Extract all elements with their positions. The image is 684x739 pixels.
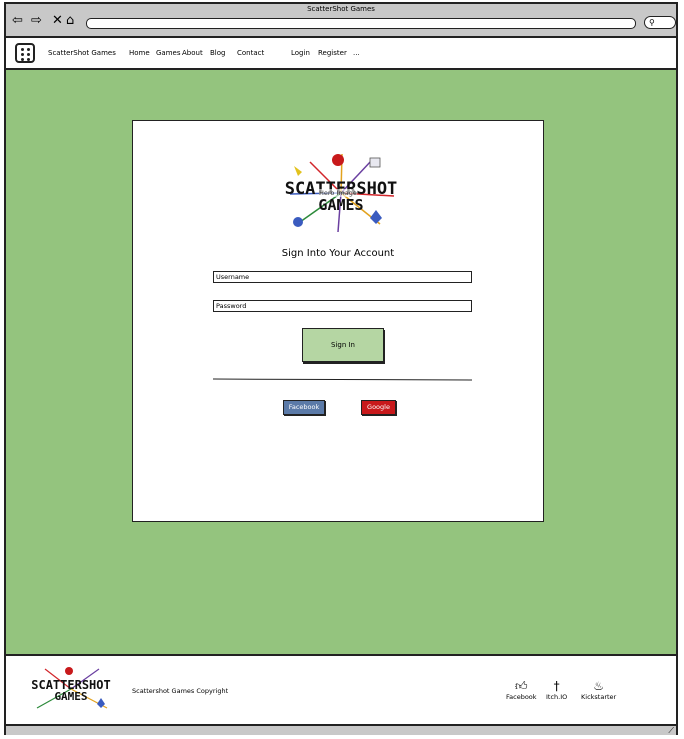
search-icon: ⚲ (649, 18, 655, 27)
site-footer: SCATTERSHOT GAMES Scattershot Games Copy… (6, 654, 676, 724)
divider-line (212, 378, 473, 381)
footer-kickstarter-link[interactable]: ♨ Kickstarter (581, 679, 617, 702)
back-arrow-icon[interactable]: ⇦ (12, 14, 23, 28)
die-shape (369, 157, 381, 168)
footer-link-label: Facebook (506, 693, 537, 701)
home-icon[interactable]: ⌂ (66, 14, 74, 28)
footer-itchio-link[interactable]: † Itch.IO (546, 679, 568, 702)
footer-logo-image: SCATTERSHOT GAMES (31, 667, 111, 709)
site-brand[interactable]: ScatterShot Games (48, 49, 116, 57)
hero-image-label: Hero Image (319, 189, 357, 197)
flame-icon: ♨ (593, 679, 604, 693)
google-login-button[interactable]: Google (361, 400, 396, 415)
nav-contact[interactable]: Contact (237, 49, 264, 57)
forward-arrow-icon[interactable]: ⇨ (31, 14, 42, 28)
nav-blog[interactable]: Blog (210, 49, 225, 57)
main-content: SCATTERSHOT GAMES Hero Image Sign Into Y… (6, 70, 676, 654)
blue-splat (293, 217, 303, 227)
nav-login[interactable]: Login (291, 49, 310, 57)
logo-line2: GAMES (318, 196, 363, 214)
address-bar[interactable] (86, 18, 636, 29)
facebook-login-button[interactable]: Facebook (283, 400, 325, 415)
blue-meeple (370, 210, 382, 224)
nav-about[interactable]: About (182, 49, 203, 57)
nav-games[interactable]: Games (156, 49, 181, 57)
footer-link-label: Kickstarter (581, 693, 617, 701)
browser-window: ScatterShot Games ⇦ ⇨ ✕ ⌂ ⚲ ScatterShot … (4, 2, 678, 735)
footer-facebook-link[interactable]: 👍︎ Facebook (506, 679, 537, 702)
nav-more[interactable]: ... (353, 49, 360, 57)
dice-menu-icon[interactable] (15, 43, 35, 63)
footer-link-label: Itch.IO (546, 693, 568, 701)
nav-register[interactable]: Register (318, 49, 347, 57)
window-title: ScatterShot Games (307, 5, 375, 13)
dagger-icon: † (553, 679, 560, 693)
resize-grip-icon[interactable]: ⟋ (668, 726, 674, 736)
footer-logo-line2: GAMES (54, 690, 87, 703)
sign-in-button[interactable]: Sign In (302, 328, 384, 362)
browser-search-field[interactable]: ⚲ (644, 16, 676, 29)
red-splat (332, 154, 344, 166)
site-navbar: ScatterShot Games Home Games About Blog … (6, 38, 676, 70)
password-input[interactable] (213, 300, 472, 312)
thumbs-up-icon: 👍︎ (515, 679, 528, 693)
copyright-text: Scattershot Games Copyright (132, 687, 229, 695)
nav-home[interactable]: Home (129, 49, 150, 57)
signin-card: SCATTERSHOT GAMES Hero Image Sign Into Y… (132, 120, 544, 522)
browser-chrome: ScatterShot Games ⇦ ⇨ ✕ ⌂ ⚲ (6, 4, 676, 38)
browser-status-bar: ⟋ (6, 724, 676, 735)
signin-title: Sign Into Your Account (281, 248, 395, 259)
close-icon[interactable]: ✕ (52, 14, 63, 28)
username-input[interactable] (213, 271, 472, 283)
yellow-splat (294, 166, 302, 176)
